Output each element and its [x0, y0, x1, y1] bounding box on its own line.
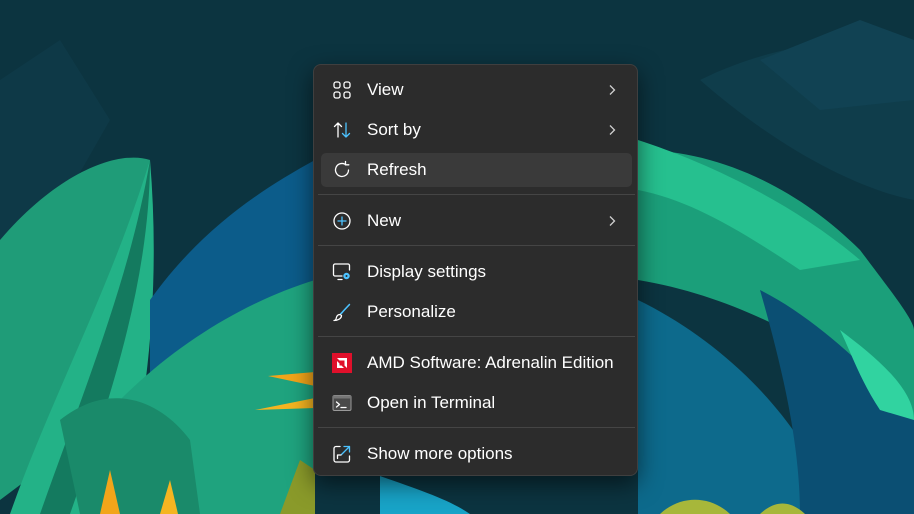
terminal-icon — [332, 393, 352, 413]
menu-item-personalize[interactable]: Personalize — [321, 295, 632, 329]
menu-item-label: Open in Terminal — [367, 393, 496, 412]
menu-item-open-in-terminal[interactable]: Open in Terminal — [321, 386, 632, 420]
menu-item-label: View — [367, 80, 404, 99]
menu-separator — [318, 336, 635, 337]
chevron-right-icon — [606, 215, 618, 227]
chevron-right-icon — [606, 124, 618, 136]
menu-item-label: Display settings — [367, 262, 487, 281]
grid-icon — [332, 80, 352, 100]
plus-circle-icon — [332, 211, 352, 231]
menu-item-label: New — [367, 211, 402, 230]
menu-separator — [318, 194, 635, 195]
paintbrush-icon — [332, 302, 352, 322]
menu-item-show-more-options[interactable]: Show more options — [321, 437, 632, 471]
refresh-icon — [332, 160, 352, 180]
menu-item-amd-software[interactable]: AMD Software: Adrenalin Edition — [321, 346, 632, 380]
menu-separator — [318, 427, 635, 428]
menu-item-label: Sort by — [367, 120, 421, 139]
menu-item-sort-by[interactable]: Sort by — [321, 113, 632, 147]
menu-item-label: Personalize — [367, 302, 456, 321]
display-settings-icon — [332, 262, 352, 282]
menu-item-refresh[interactable]: Refresh — [321, 153, 632, 187]
share-expand-icon — [332, 444, 352, 464]
menu-item-label: AMD Software: Adrenalin Edition — [367, 353, 614, 372]
chevron-right-icon — [606, 84, 618, 96]
desktop-context-menu: View Sort by Refresh New Display setting… — [313, 64, 638, 476]
menu-item-new[interactable]: New — [321, 204, 632, 238]
menu-item-label: Show more options — [367, 444, 513, 463]
amd-logo-icon — [332, 353, 352, 373]
menu-item-label: Refresh — [367, 160, 427, 179]
sort-arrows-icon — [332, 120, 352, 140]
menu-item-view[interactable]: View — [321, 73, 632, 107]
menu-separator — [318, 245, 635, 246]
menu-item-display-settings[interactable]: Display settings — [321, 255, 632, 289]
